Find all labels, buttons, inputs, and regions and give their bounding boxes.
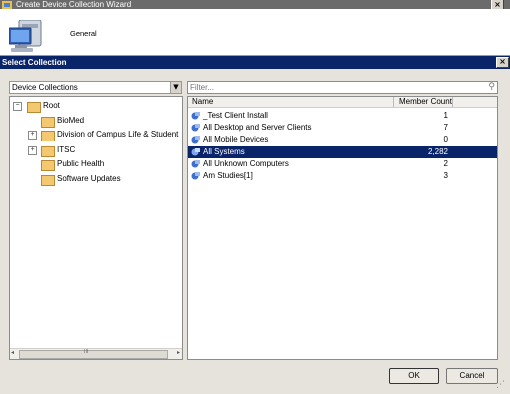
resize-grip-icon[interactable]: ⋰: [496, 380, 508, 392]
tree-node-label: Software Updates: [57, 174, 121, 183]
ok-button[interactable]: OK: [389, 368, 439, 384]
row-count: 0: [443, 135, 448, 144]
list-row[interactable]: All Unknown Computers 2: [188, 158, 497, 170]
expand-icon[interactable]: +: [28, 131, 37, 140]
row-name: All Mobile Devices: [203, 135, 269, 144]
folder-icon: [41, 131, 55, 141]
collection-icon: [191, 124, 200, 132]
tree-node-itsc[interactable]: + ITSC: [13, 144, 181, 157]
folder-icon: [41, 175, 55, 186]
folder-icon: [41, 160, 55, 171]
column-header-member-count[interactable]: Member Count: [399, 97, 452, 107]
chevron-down-icon[interactable]: ▼: [170, 82, 181, 93]
collection-icon: [191, 172, 200, 180]
scroll-right-icon[interactable]: ▸: [177, 349, 180, 356]
row-name: All Unknown Computers: [203, 159, 289, 168]
column-header-name[interactable]: Name: [192, 97, 213, 107]
collection-icon: [191, 148, 200, 156]
computer-icon: [9, 20, 42, 52]
row-name: All Systems: [203, 147, 245, 156]
tree-node-label: ITSC: [57, 145, 76, 154]
wizard-title: Create Device Collection Wizard: [16, 0, 132, 9]
tree-node-root[interactable]: − Root: [13, 100, 93, 113]
dialog-title: Select Collection: [2, 58, 67, 67]
list-row[interactable]: All Desktop and Server Clients 7: [188, 122, 497, 134]
expand-icon[interactable]: +: [28, 146, 37, 155]
collection-type-value: Device Collections: [12, 83, 78, 92]
dialog-titlebar: Select Collection ×: [0, 56, 510, 69]
collection-icon: [191, 160, 200, 168]
collection-type-select[interactable]: Device Collections ▼: [9, 81, 182, 94]
collection-icon: [191, 136, 200, 144]
scroll-left-icon[interactable]: ◂: [11, 349, 14, 356]
collection-icon: [191, 112, 200, 120]
folder-icon: [41, 146, 55, 157]
wizard-titlebar: Create Device Collection Wizard ×: [0, 0, 510, 10]
list-row[interactable]: All Mobile Devices 0: [188, 134, 497, 146]
row-count: 7: [443, 123, 448, 132]
tree-node-label: Division of Campus Life & Student S: [57, 130, 181, 139]
tree-node-public-health[interactable]: Public Health: [13, 158, 181, 171]
tree-node-label: Root: [43, 101, 60, 110]
collection-tree[interactable]: − Root BioMed + Division of Campus Life …: [9, 96, 183, 360]
dialog-close-button[interactable]: ×: [496, 57, 509, 68]
row-count: 2: [443, 159, 448, 168]
tree-node-biomed[interactable]: BioMed: [13, 115, 181, 128]
collapse-icon[interactable]: −: [13, 102, 22, 111]
filter-box[interactable]: ⚲: [187, 81, 498, 94]
row-name: Am Studies[1]: [203, 171, 253, 180]
tree-node-division-campus-life[interactable]: + Division of Campus Life & Student S: [13, 129, 181, 141]
row-name: _Test Client Install: [203, 111, 268, 120]
column-divider[interactable]: [452, 97, 453, 107]
cancel-button[interactable]: Cancel: [446, 368, 498, 384]
wizard-header: General: [0, 9, 510, 56]
scroll-thumb[interactable]: III: [19, 349, 168, 359]
tree-node-software-updates[interactable]: Software Updates: [13, 173, 181, 186]
row-count: 3: [443, 171, 448, 180]
column-divider[interactable]: [393, 97, 394, 107]
tree-node-label: Public Health: [57, 159, 105, 168]
list-row[interactable]: Am Studies[1] 3: [188, 170, 497, 182]
tree-node-label: BioMed: [57, 116, 85, 125]
list-header: Name Member Count: [188, 97, 497, 108]
search-icon[interactable]: ⚲: [488, 82, 495, 93]
tree-horizontal-scrollbar[interactable]: ◂ III ▸: [10, 348, 182, 359]
scroll-thumb-grip: III: [84, 349, 89, 355]
row-count: 1: [443, 111, 448, 120]
folder-icon: [41, 117, 55, 128]
row-name: All Desktop and Server Clients: [203, 123, 312, 132]
collection-list[interactable]: Name Member Count _Test Client Install 1…: [187, 96, 498, 360]
wizard-icon: [2, 1, 12, 9]
wizard-page-label: General: [70, 29, 97, 38]
row-count: 2,282: [427, 147, 448, 156]
list-row-selected[interactable]: All Systems 2,282: [188, 146, 497, 158]
filter-input[interactable]: [188, 82, 470, 93]
folder-icon: [27, 102, 41, 113]
list-row[interactable]: _Test Client Install 1: [188, 110, 497, 122]
